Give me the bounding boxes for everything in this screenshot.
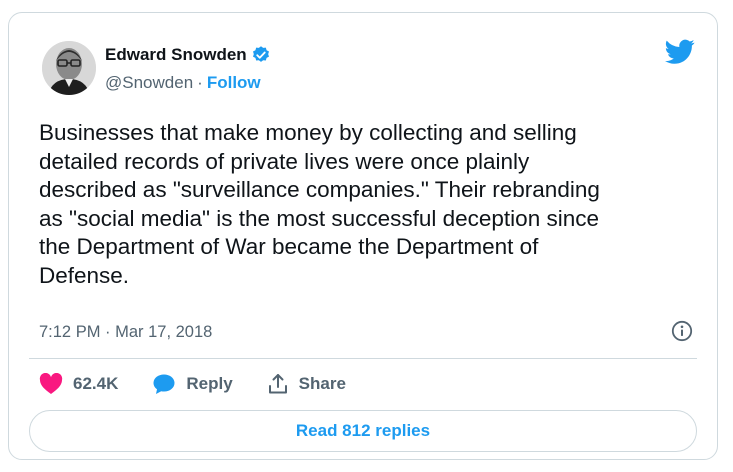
action-bar: 62.4K Reply Share [39, 373, 380, 395]
divider [29, 358, 697, 359]
share-label: Share [298, 374, 346, 393]
share-upload-icon [267, 373, 289, 395]
verified-badge-icon [251, 45, 271, 65]
tweet-card: Edward Snowden @Snowden · Follow Businesse… [8, 12, 718, 460]
author-name-row: Edward Snowden [105, 45, 271, 65]
read-replies-label: Read 812 replies [295, 421, 431, 440]
info-icon[interactable] [671, 320, 693, 342]
tweet-text: Businesses that make money by collecting… [39, 120, 600, 288]
reply-button[interactable]: Reply [152, 373, 233, 395]
separator-dot: · [197, 73, 203, 92]
twitter-bird-icon[interactable] [665, 39, 695, 65]
heart-icon [39, 373, 63, 395]
author-handle-row: @Snowden · Follow [105, 73, 261, 93]
speech-bubble-icon [152, 373, 176, 395]
avatar[interactable] [42, 41, 96, 95]
like-button[interactable]: 62.4K [39, 373, 118, 395]
tweet-timestamp[interactable]: 7:12 PM · Mar 17, 2018 [39, 323, 212, 342]
author-handle[interactable]: @Snowden [105, 73, 193, 92]
author-name[interactable]: Edward Snowden [105, 45, 247, 65]
reply-label: Reply [186, 374, 233, 393]
like-count: 62.4K [73, 374, 119, 393]
follow-link[interactable]: Follow [207, 73, 261, 92]
read-replies-button[interactable]: Read 812 replies [29, 410, 697, 452]
share-button[interactable]: Share [267, 373, 346, 395]
